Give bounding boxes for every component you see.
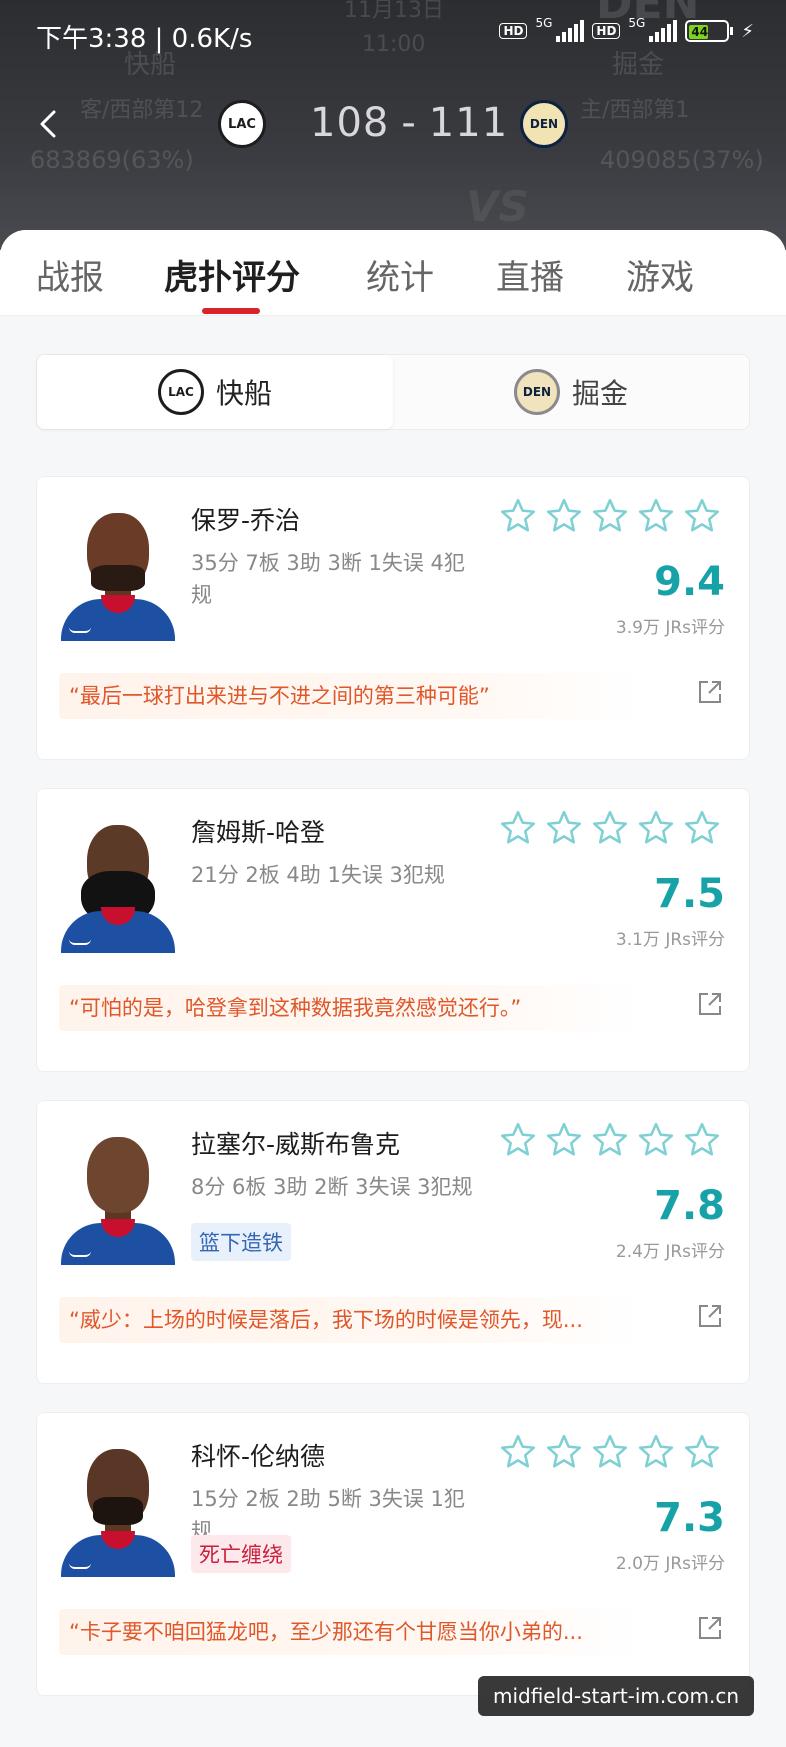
player-tag: 篮下造铁 xyxy=(191,1223,291,1261)
star-outline-icon[interactable] xyxy=(683,809,721,847)
rating-stars[interactable] xyxy=(499,1433,721,1471)
signal-icon xyxy=(556,20,585,42)
star-outline-icon[interactable] xyxy=(499,809,537,847)
active-tab-indicator xyxy=(202,308,260,314)
star-outline-icon[interactable] xyxy=(545,1433,583,1471)
away-rank: 客/西部第12 xyxy=(80,98,204,123)
clippers-logo: LAC xyxy=(218,100,266,148)
status-bar: 下午3:38 | 0.6K/s HD 5G HD 5G 44 ⚡ xyxy=(0,14,786,58)
top-comment[interactable]: “威少：上场的时候是落后，我下场的时候是领先，现... xyxy=(59,1297,639,1343)
star-outline-icon[interactable] xyxy=(499,497,537,535)
tab-games[interactable]: 游戏 xyxy=(626,250,694,299)
star-outline-icon[interactable] xyxy=(637,1433,675,1471)
score-display: 108-111 xyxy=(310,100,508,146)
jrs-rating-count: 2.4万 JRs评分 xyxy=(615,1242,725,1262)
player-tag: 死亡缠绕 xyxy=(191,1535,291,1573)
tab-report[interactable]: 战报 xyxy=(36,250,104,299)
player-name: 拉塞尔-威斯布鲁克 xyxy=(191,1130,401,1159)
player-rating: 7.5 xyxy=(654,871,725,917)
star-outline-icon[interactable] xyxy=(637,1121,675,1159)
star-outline-icon[interactable] xyxy=(591,809,629,847)
network-type-label: 5G xyxy=(535,16,553,30)
player-name: 保罗-乔治 xyxy=(191,506,301,535)
content-panel: 战报 虎扑评分 统计 直播 游戏 LAC 快船 DEN 掘金 保罗-乔治 35分… xyxy=(0,230,786,1747)
battery-level: 44 xyxy=(689,25,709,39)
star-outline-icon[interactable] xyxy=(683,497,721,535)
player-card[interactable]: 拉塞尔-威斯布鲁克 8分 6板 3助 2断 3失误 3犯规 篮下造铁 7.8 2… xyxy=(36,1100,750,1384)
jrs-rating-count: 3.1万 JRs评分 xyxy=(615,930,725,950)
system-icons: HD 5G HD 5G 44 ⚡ xyxy=(499,16,754,42)
star-outline-icon[interactable] xyxy=(591,1433,629,1471)
team-switch-label: 快船 xyxy=(215,377,272,410)
star-outline-icon[interactable] xyxy=(499,1433,537,1471)
star-outline-icon[interactable] xyxy=(683,1121,721,1159)
chevron-left-icon xyxy=(40,110,56,138)
hd-icon: HD xyxy=(592,23,621,39)
charging-icon: ⚡ xyxy=(741,20,754,42)
home-votes: 409085(37%) xyxy=(600,146,764,174)
team-switch-clippers[interactable]: LAC 快船 xyxy=(37,355,393,429)
signal-icon xyxy=(649,20,678,42)
player-avatar xyxy=(61,1439,175,1577)
star-outline-icon[interactable] xyxy=(591,1121,629,1159)
battery-icon: 44 xyxy=(685,20,734,42)
vs-watermark: VS xyxy=(466,182,529,231)
player-card[interactable]: 詹姆斯-哈登 21分 2板 4助 1失误 3犯规 7.5 3.1万 JRs评分 … xyxy=(36,788,750,1072)
home-rank: 主/西部第1 xyxy=(580,98,690,123)
player-name: 詹姆斯-哈登 xyxy=(191,818,326,847)
jrs-rating-count: 3.9万 JRs评分 xyxy=(615,618,725,638)
nuggets-logo: DEN xyxy=(520,100,568,148)
top-comment[interactable]: “可怕的是，哈登拿到这种数据我竟然感觉还行。” xyxy=(59,985,639,1031)
share-icon[interactable] xyxy=(697,1303,723,1329)
player-stats: 21分 2板 4助 1失误 3犯规 xyxy=(191,863,445,887)
jrs-rating-count: 2.0万 JRs评分 xyxy=(615,1554,725,1574)
star-outline-icon[interactable] xyxy=(545,809,583,847)
clippers-logo: LAC xyxy=(157,369,204,415)
star-outline-icon[interactable] xyxy=(637,809,675,847)
player-avatar xyxy=(61,503,175,641)
share-icon[interactable] xyxy=(697,679,723,705)
tab-stats[interactable]: 统计 xyxy=(366,250,434,299)
star-outline-icon[interactable] xyxy=(591,497,629,535)
nuggets-logo: DEN xyxy=(513,369,560,415)
team-switch: LAC 快船 DEN 掘金 xyxy=(36,354,750,430)
status-time: 下午3:38 | 0.6K/s xyxy=(36,24,253,54)
rating-stars[interactable] xyxy=(499,497,721,535)
top-comment[interactable]: “最后一球打出来进与不进之间的第三种可能” xyxy=(59,673,639,719)
tab-hupu-rating[interactable]: 虎扑评分 xyxy=(164,250,300,299)
star-outline-icon[interactable] xyxy=(545,497,583,535)
player-stats: 8分 6板 3助 2断 3失误 3犯规 xyxy=(191,1175,473,1199)
player-card[interactable]: 保罗-乔治 35分 7板 3助 3断 1失误 4犯规 9.4 3.9万 JRs评… xyxy=(36,476,750,760)
hd-icon: HD xyxy=(499,23,528,39)
player-avatar xyxy=(61,815,175,953)
player-rating: 7.8 xyxy=(654,1183,725,1229)
back-button[interactable] xyxy=(34,102,64,146)
rating-stars[interactable] xyxy=(499,809,721,847)
player-rating: 9.4 xyxy=(654,559,725,605)
score-separator: - xyxy=(401,100,417,146)
tab-bar: 战报 虎扑评分 统计 直播 游戏 xyxy=(0,230,786,316)
network-type-label: 5G xyxy=(628,16,646,30)
star-outline-icon[interactable] xyxy=(683,1433,721,1471)
site-watermark: midfield-start-im.com.cn xyxy=(478,1676,754,1716)
player-rating: 7.3 xyxy=(654,1495,725,1541)
team-switch-label: 掘金 xyxy=(571,377,628,410)
game-header: 11月13日 11:00 DEN 快船 掘金 客/西部第12 主/西部第1 68… xyxy=(0,0,786,250)
share-icon[interactable] xyxy=(697,991,723,1017)
team-switch-nuggets[interactable]: DEN 掘金 xyxy=(393,355,749,429)
star-outline-icon[interactable] xyxy=(637,497,675,535)
player-stats: 35分 7板 3助 3断 1失误 4犯规 xyxy=(191,551,465,607)
tab-live[interactable]: 直播 xyxy=(496,250,564,299)
player-name: 科怀-伦纳德 xyxy=(191,1442,326,1471)
away-score: 108 xyxy=(310,100,390,146)
top-comment[interactable]: “卡子要不咱回猛龙吧，至少那还有个甘愿当你小弟的... xyxy=(59,1609,639,1655)
star-outline-icon[interactable] xyxy=(545,1121,583,1159)
share-icon[interactable] xyxy=(697,1615,723,1641)
home-score: 111 xyxy=(428,100,509,146)
rating-stars[interactable] xyxy=(499,1121,721,1159)
player-avatar xyxy=(61,1127,175,1265)
player-card[interactable]: 科怀-伦纳德 15分 2板 2助 5断 3失误 1犯规 死亡缠绕 7.3 2.0… xyxy=(36,1412,750,1696)
star-outline-icon[interactable] xyxy=(499,1121,537,1159)
away-votes: 683869(63%) xyxy=(30,146,194,174)
